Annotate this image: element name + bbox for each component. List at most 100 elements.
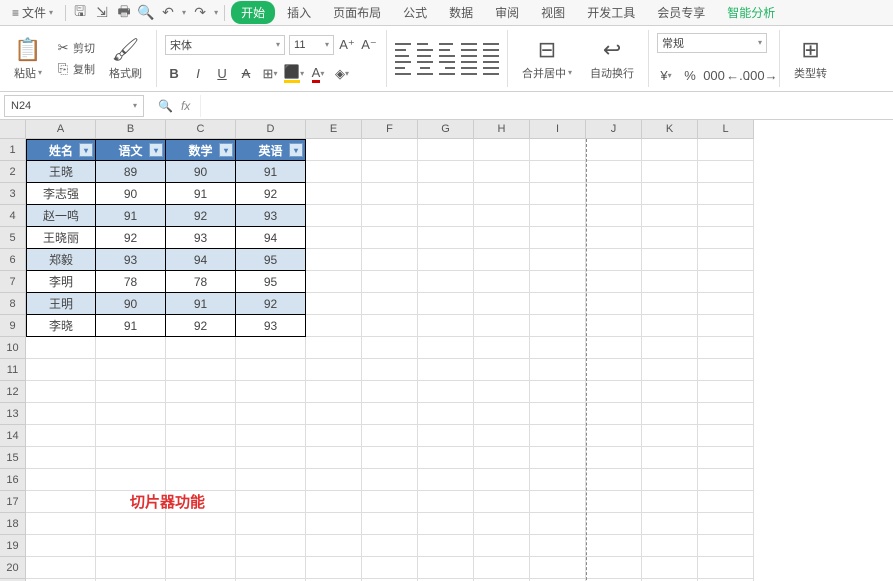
italic-button[interactable]: I [189, 65, 207, 83]
cell[interactable] [362, 249, 418, 271]
cell[interactable] [474, 557, 530, 579]
cell[interactable]: 90 [96, 293, 166, 315]
cell[interactable] [166, 403, 236, 425]
cell[interactable] [236, 337, 306, 359]
cell[interactable]: 91 [166, 183, 236, 205]
cell[interactable] [362, 381, 418, 403]
row-header[interactable]: 2 [0, 161, 26, 183]
cell[interactable] [306, 271, 362, 293]
column-header[interactable]: A [26, 120, 96, 139]
cell[interactable]: 93 [236, 205, 306, 227]
row-header[interactable]: 6 [0, 249, 26, 271]
cell[interactable] [474, 491, 530, 513]
cell[interactable] [306, 491, 362, 513]
cell[interactable]: 93 [96, 249, 166, 271]
fx-label[interactable]: fx [181, 99, 190, 113]
cell[interactable] [530, 513, 586, 535]
cell[interactable]: 91 [166, 293, 236, 315]
cell[interactable] [26, 425, 96, 447]
filter-icon[interactable]: ▾ [149, 143, 163, 157]
cell[interactable] [530, 205, 586, 227]
tab-page-layout[interactable]: 页面布局 [323, 1, 391, 24]
cell[interactable] [236, 359, 306, 381]
align-center-button[interactable] [417, 61, 433, 75]
number-format-select[interactable]: 常规▾ [657, 33, 767, 53]
select-all-corner[interactable] [0, 120, 26, 139]
decrease-decimal-button[interactable]: ←.0 [729, 67, 747, 85]
cell[interactable] [586, 447, 642, 469]
cell[interactable] [698, 161, 754, 183]
cell[interactable] [698, 513, 754, 535]
cell[interactable] [698, 293, 754, 315]
cell[interactable] [642, 535, 698, 557]
cell[interactable] [96, 447, 166, 469]
cell[interactable] [474, 271, 530, 293]
chevron-down-icon[interactable]: ▾ [214, 8, 218, 17]
cell[interactable] [586, 227, 642, 249]
wrap-button[interactable]: ↩ 自动换行 [584, 35, 640, 83]
cell[interactable] [236, 403, 306, 425]
cell[interactable] [306, 183, 362, 205]
cell[interactable]: 李志强 [26, 183, 96, 205]
cell[interactable] [586, 161, 642, 183]
cell[interactable] [306, 337, 362, 359]
cell[interactable] [642, 557, 698, 579]
row-header[interactable]: 3 [0, 183, 26, 205]
align-top-button[interactable] [395, 43, 411, 57]
cell[interactable] [698, 205, 754, 227]
cell[interactable] [586, 359, 642, 381]
cell[interactable] [586, 403, 642, 425]
cell[interactable]: 王晓丽 [26, 227, 96, 249]
cell[interactable] [586, 535, 642, 557]
cell[interactable] [236, 425, 306, 447]
cell[interactable] [586, 469, 642, 491]
strikethrough-button[interactable]: A [237, 65, 255, 83]
cell[interactable] [306, 513, 362, 535]
cell[interactable] [418, 403, 474, 425]
justify-button[interactable] [461, 61, 477, 75]
row-header[interactable]: 14 [0, 425, 26, 447]
cell[interactable] [26, 381, 96, 403]
cell[interactable] [474, 447, 530, 469]
column-header[interactable]: J [586, 120, 642, 139]
cell[interactable] [418, 381, 474, 403]
tab-home[interactable]: 开始 [231, 1, 275, 24]
cell[interactable] [362, 205, 418, 227]
cell[interactable] [96, 381, 166, 403]
cell[interactable] [698, 381, 754, 403]
column-header[interactable]: C [166, 120, 236, 139]
cell[interactable] [642, 293, 698, 315]
cell[interactable] [530, 381, 586, 403]
save-icon[interactable]: 🖫 [72, 5, 88, 21]
cell[interactable] [362, 513, 418, 535]
cell[interactable] [530, 271, 586, 293]
cell[interactable]: 93 [166, 227, 236, 249]
row-header[interactable]: 13 [0, 403, 26, 425]
cell[interactable] [698, 403, 754, 425]
cell[interactable] [362, 403, 418, 425]
cell[interactable] [166, 557, 236, 579]
cell[interactable] [474, 183, 530, 205]
cell[interactable] [586, 183, 642, 205]
cell[interactable] [698, 249, 754, 271]
cell[interactable] [698, 469, 754, 491]
cell[interactable] [530, 249, 586, 271]
cell[interactable] [26, 491, 96, 513]
cell[interactable] [474, 469, 530, 491]
file-menu[interactable]: ≡ 文件 ▾ [6, 1, 59, 24]
undo-icon[interactable]: ↶ [160, 5, 176, 21]
cell[interactable] [362, 359, 418, 381]
cell[interactable]: 78 [166, 271, 236, 293]
cell[interactable] [362, 469, 418, 491]
cell[interactable]: 89 [96, 161, 166, 183]
cell[interactable] [586, 337, 642, 359]
cell[interactable] [418, 491, 474, 513]
cell[interactable] [418, 447, 474, 469]
cell[interactable] [236, 557, 306, 579]
cell[interactable] [306, 315, 362, 337]
cell[interactable]: 王明 [26, 293, 96, 315]
tab-view[interactable]: 视图 [531, 1, 575, 24]
cell[interactable] [698, 425, 754, 447]
row-header[interactable]: 12 [0, 381, 26, 403]
cell[interactable] [698, 491, 754, 513]
